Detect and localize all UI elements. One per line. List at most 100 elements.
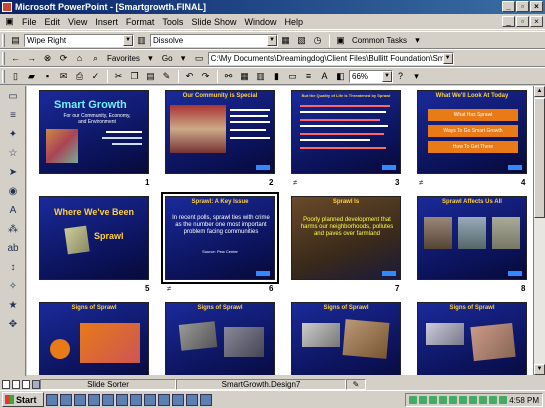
slide-thumbnail[interactable]: What We'll Look At Today What Has Sprawl…	[417, 90, 527, 174]
insert-chart-icon[interactable]: ▮	[269, 69, 284, 83]
menu-tools[interactable]: Tools	[158, 17, 187, 27]
search-icon[interactable]: ⌕	[88, 51, 103, 65]
forward-icon[interactable]: →	[24, 51, 39, 65]
chevron-down-icon[interactable]: ▾	[176, 51, 191, 65]
slide-thumbnail[interactable]: Smart Growth For our Community, Economy,…	[39, 90, 149, 174]
transition-marker-icon[interactable]: ≠	[419, 178, 423, 187]
wizard-icon[interactable]: ✥	[3, 316, 23, 333]
common-tasks-icon[interactable]: ▣	[333, 33, 348, 47]
animation-effects-icon[interactable]: ✦	[3, 126, 23, 143]
quicklaunch-icon[interactable]	[116, 393, 128, 406]
expand-all-icon[interactable]: ≡	[301, 69, 316, 83]
address-field[interactable]: C:\My Documents\Dreamingdog\Client Files…	[207, 51, 454, 65]
chevron-down-icon[interactable]: ▾	[410, 33, 425, 47]
quicklaunch-icon[interactable]	[186, 393, 198, 406]
open-icon[interactable]: ▰	[24, 69, 39, 83]
doc-restore-button[interactable]: ▫	[516, 16, 529, 27]
view-normal-icon[interactable]: ▭	[3, 88, 23, 105]
fly-in-icon[interactable]: ☆	[3, 145, 23, 162]
slide-thumbnail[interactable]: But the Quality of Life is Threatened by…	[291, 90, 401, 174]
tray-icon[interactable]	[459, 396, 468, 404]
quicklaunch-icon[interactable]	[158, 393, 170, 406]
transition-marker-icon[interactable]: ≠	[167, 284, 171, 293]
spelling-icon[interactable]: ✓	[88, 69, 103, 83]
reverse-order-icon[interactable]: ↕	[3, 259, 23, 276]
menu-slide-show[interactable]: Slide Show	[187, 17, 240, 27]
menu-help[interactable]: Help	[280, 17, 307, 27]
home-icon[interactable]: ⌂	[72, 51, 87, 65]
animation-icon[interactable]: ▥	[134, 33, 149, 47]
close-button[interactable]: ×	[530, 1, 543, 12]
quicklaunch-icon[interactable]	[200, 393, 212, 406]
tray-icon[interactable]	[489, 396, 498, 404]
doc-minimize-button[interactable]: _	[502, 16, 515, 27]
menu-edit[interactable]: Edit	[41, 17, 65, 27]
paste-icon[interactable]: ▤	[143, 69, 158, 83]
normal-view-icon[interactable]	[2, 379, 10, 389]
new-icon[interactable]: ▯	[8, 69, 23, 83]
slide-thumbnail[interactable]: Signs of Sprawl	[165, 302, 275, 375]
chevron-down-icon[interactable]: ▾	[409, 69, 424, 83]
zoom-select[interactable]: 66% ▼	[349, 69, 393, 83]
slide-thumbnail-selected[interactable]: Sprawl: A Key Issue In recent polls, spr…	[161, 192, 279, 284]
refresh-icon[interactable]: ⟳	[56, 51, 71, 65]
show-formatting-icon[interactable]: A	[317, 69, 332, 83]
transition-marker-icon[interactable]: ≠	[293, 178, 297, 187]
quicklaunch-icon[interactable]	[60, 393, 72, 406]
slide-thumbnail[interactable]: Where We've Been Sprawl	[39, 196, 149, 280]
flash-once-icon[interactable]: A	[3, 202, 23, 219]
slide-thumbnail[interactable]: Our Community is Special	[165, 90, 275, 174]
format-painter-icon[interactable]: ✎	[159, 69, 174, 83]
slide-sorter-view-icon[interactable]	[32, 379, 40, 389]
summary-slide-icon[interactable]: ▦	[278, 33, 293, 47]
star-icon[interactable]: ★	[3, 297, 23, 314]
document-icon[interactable]: ▣	[2, 15, 17, 29]
menu-file[interactable]: File	[18, 17, 41, 27]
tray-icon[interactable]	[469, 396, 478, 404]
quicklaunch-icon[interactable]	[130, 393, 142, 406]
text-preset-select[interactable]: Dissolve ▼	[150, 33, 278, 47]
typewriter-icon[interactable]: ab	[3, 240, 23, 257]
menu-insert[interactable]: Insert	[91, 17, 122, 27]
camera-icon[interactable]: ◉	[3, 183, 23, 200]
slide-thumbnail[interactable]: Sprawl Affects Us All	[417, 196, 527, 280]
outline-view-icon[interactable]	[12, 379, 20, 389]
rehearse-timings-icon[interactable]: ◷	[310, 33, 325, 47]
speaker-notes-icon[interactable]: ▧	[294, 33, 309, 47]
stop-icon[interactable]: ⊗	[40, 51, 55, 65]
menu-view[interactable]: View	[64, 17, 91, 27]
quicklaunch-icon[interactable]	[74, 393, 86, 406]
print-icon[interactable]: ⎙	[72, 69, 87, 83]
tray-icon[interactable]	[499, 396, 508, 404]
tray-icon[interactable]	[419, 396, 428, 404]
copy-icon[interactable]: ❐	[127, 69, 142, 83]
show-only-web-toolbar-icon[interactable]: ▭	[192, 51, 207, 65]
common-tasks-button[interactable]: Common Tasks	[352, 36, 407, 45]
scroll-thumb[interactable]	[534, 98, 545, 218]
quicklaunch-icon[interactable]	[144, 393, 156, 406]
new-slide-icon[interactable]: ▭	[285, 69, 300, 83]
vertical-scrollbar[interactable]: ▲ ▼	[533, 86, 545, 375]
tray-icon[interactable]	[479, 396, 488, 404]
quicklaunch-icon[interactable]	[102, 393, 114, 406]
start-button[interactable]: Start	[2, 392, 44, 407]
back-icon[interactable]: ←	[8, 51, 23, 65]
quicklaunch-icon[interactable]	[88, 393, 100, 406]
quicklaunch-icon[interactable]	[172, 393, 184, 406]
transition-icon[interactable]: ▤	[8, 33, 23, 47]
chevron-down-icon[interactable]: ▾	[143, 51, 158, 65]
doc-close-button[interactable]: ×	[530, 16, 543, 27]
help-icon[interactable]: ?	[393, 69, 408, 83]
tray-icon[interactable]	[439, 396, 448, 404]
transition-effect-select[interactable]: Wipe Right ▼	[24, 33, 134, 47]
drive-in-icon[interactable]: ➤	[3, 164, 23, 181]
redo-icon[interactable]: ↷	[198, 69, 213, 83]
scroll-down-icon[interactable]: ▼	[534, 364, 545, 375]
slide-thumbnail[interactable]: Signs of Sprawl	[417, 302, 527, 375]
slide-thumbnail[interactable]: Sprawl Is Poorly planned development tha…	[291, 196, 401, 280]
cut-icon[interactable]: ✂	[111, 69, 126, 83]
minimize-button[interactable]: _	[502, 1, 515, 12]
menu-format[interactable]: Format	[122, 17, 159, 27]
drop-in-icon[interactable]: ✧	[3, 278, 23, 295]
save-icon[interactable]: ▪	[40, 69, 55, 83]
